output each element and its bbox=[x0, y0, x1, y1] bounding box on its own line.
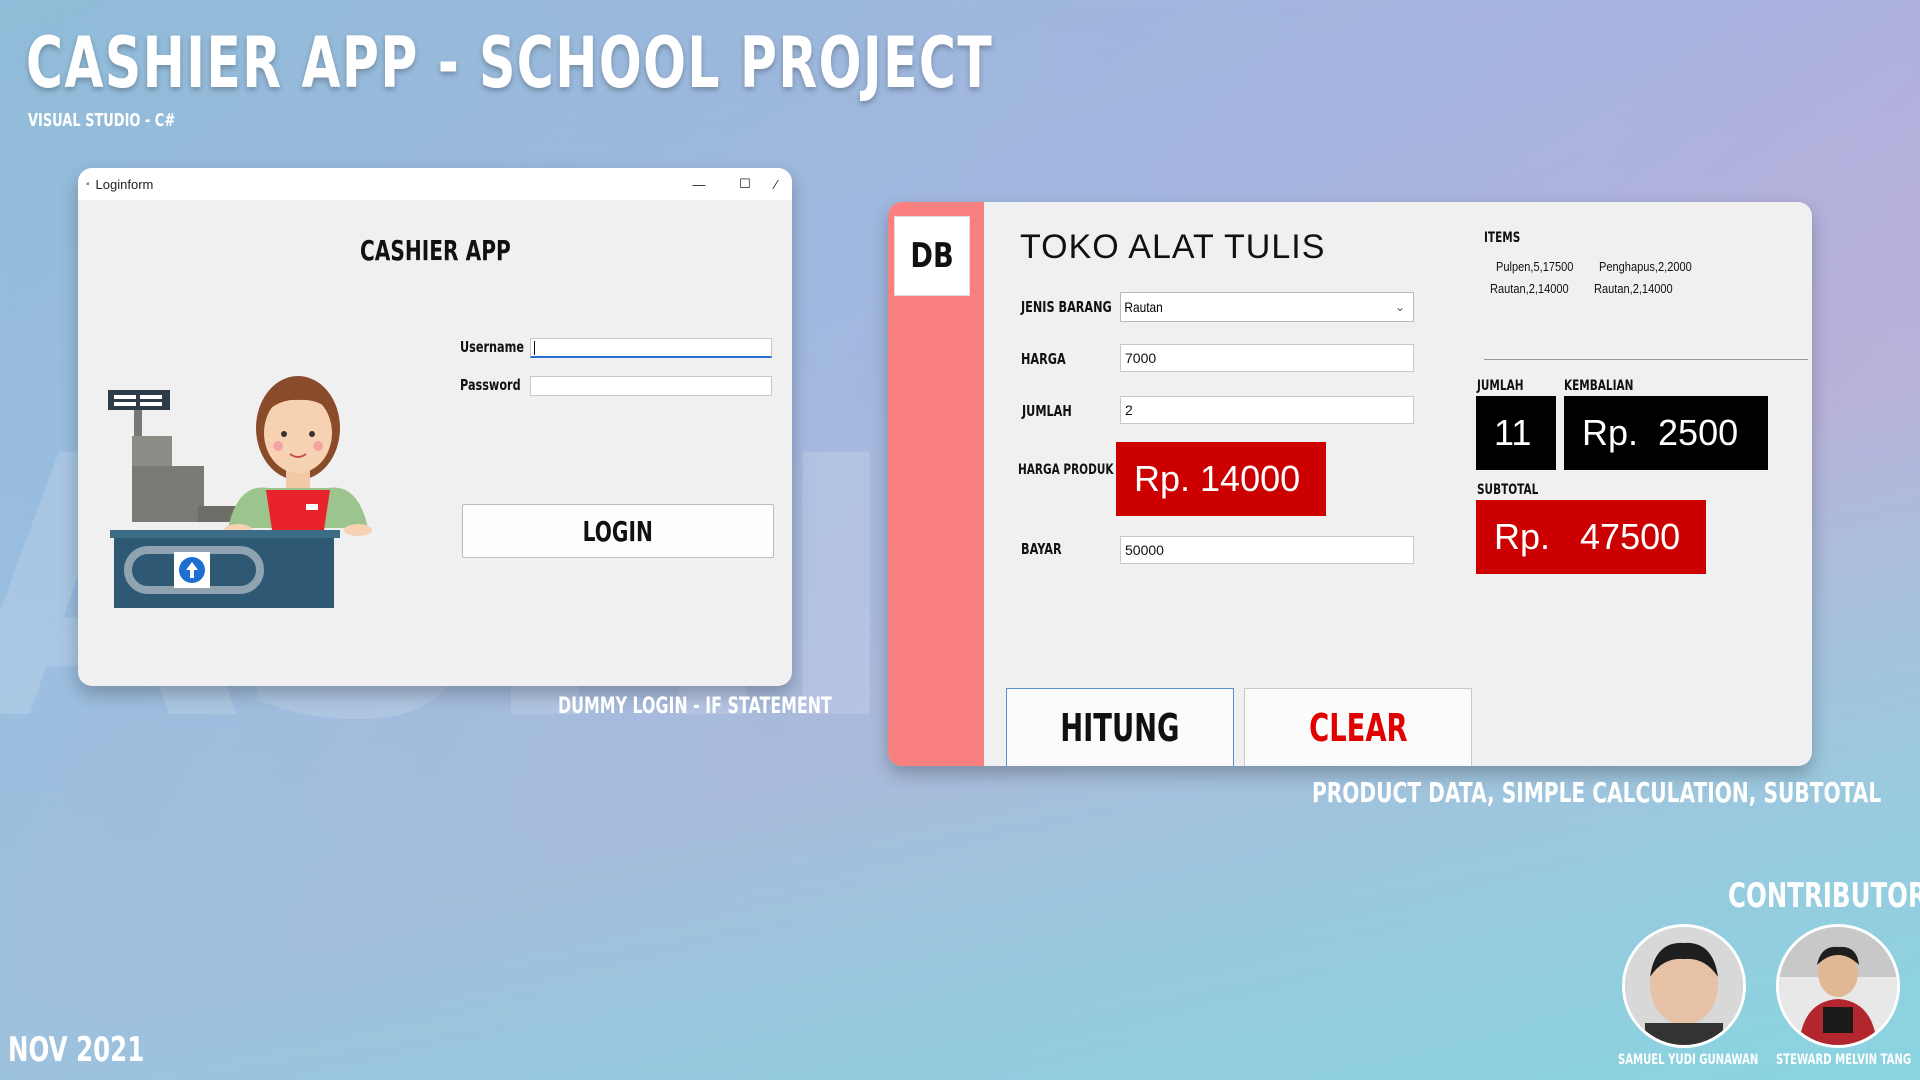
bayar-input[interactable]: 50000 bbox=[1120, 536, 1414, 564]
subtotal-display: Rp. 47500 bbox=[1476, 500, 1706, 574]
harga-label: HARGA bbox=[1021, 350, 1066, 368]
hitung-button-label: HITUNG bbox=[1060, 706, 1180, 750]
avatar bbox=[1776, 924, 1900, 1048]
avatar bbox=[1622, 924, 1746, 1048]
total-jumlah-value: 11 bbox=[1494, 412, 1532, 453]
cashier-caption: PRODUCT DATA, SIMPLE CALCULATION, SUBTOT… bbox=[1312, 776, 1882, 809]
list-item: Penghapus,2,2000 bbox=[1598, 259, 1692, 274]
close-button[interactable]: ⁄ bbox=[768, 177, 784, 192]
harga-produk-value: Rp. 14000 bbox=[1134, 458, 1301, 499]
text-cursor bbox=[534, 341, 535, 355]
password-input[interactable] bbox=[530, 376, 772, 396]
page-title: CASHIER APP - SCHOOL PROJECT bbox=[26, 22, 994, 104]
contributors-heading: CONTRIBUTORS bbox=[1728, 876, 1920, 916]
maximize-button[interactable]: ☐ bbox=[722, 176, 768, 192]
page-subtitle: VISUAL STUDIO - C# bbox=[28, 110, 176, 131]
jenis-barang-dropdown[interactable]: Rautan ⌄ bbox=[1120, 292, 1414, 322]
harga-input[interactable]: 7000 bbox=[1120, 344, 1414, 372]
db-button[interactable]: DB bbox=[894, 216, 970, 296]
list-item: Rautan,2,14000 bbox=[1594, 281, 1673, 296]
contributor-name: STEWARD MELVIN TANG bbox=[1776, 1052, 1912, 1068]
subtotal-value: Rp. 47500 bbox=[1494, 516, 1681, 557]
bayar-label: BAYAR bbox=[1021, 540, 1062, 558]
kembalian-label: KEMBALIAN bbox=[1564, 378, 1634, 394]
jumlah-label: JUMLAH bbox=[1022, 402, 1072, 420]
login-titlebar: ▪ Loginform — ☐ ⁄ bbox=[78, 168, 792, 200]
harga-produk-label: HARGA PRODUK bbox=[1018, 462, 1114, 478]
cashier-illustration bbox=[108, 376, 372, 608]
sidebar: DB bbox=[888, 202, 984, 766]
items-label: ITEMS bbox=[1484, 230, 1521, 246]
list-item: Rautan,2,14000 bbox=[1490, 281, 1569, 296]
items-list[interactable]: Pulpen,5,17500 Penghapus,2,2000 Rautan,2… bbox=[1484, 250, 1808, 360]
kembalian-value: Rp. 2500 bbox=[1582, 412, 1739, 453]
date-label: NOV 2021 bbox=[8, 1030, 145, 1070]
harga-produk-display: Rp. 14000 bbox=[1116, 442, 1326, 516]
login-caption: DUMMY LOGIN - IF STATEMENT bbox=[558, 694, 832, 719]
username-input[interactable] bbox=[530, 338, 772, 358]
hitung-button[interactable]: HITUNG bbox=[1006, 688, 1234, 766]
username-label: Username bbox=[460, 338, 524, 356]
login-heading: CASHIER APP bbox=[360, 234, 511, 267]
chevron-down-icon[interactable]: ⌄ bbox=[1395, 300, 1413, 314]
login-button-label: LOGIN bbox=[582, 514, 654, 548]
login-window-title: Loginform bbox=[95, 176, 154, 192]
clear-button[interactable]: CLEAR bbox=[1244, 688, 1472, 766]
total-jumlah-label: JUMLAH bbox=[1477, 378, 1524, 394]
list-item: Pulpen,5,17500 bbox=[1496, 259, 1574, 274]
contributor-name: SAMUEL YUDI GUNAWAN bbox=[1618, 1052, 1759, 1068]
register-display bbox=[108, 390, 170, 410]
subtotal-label: SUBTOTAL bbox=[1477, 482, 1539, 498]
shop-title: TOKO ALAT TULIS bbox=[1020, 228, 1326, 266]
login-window: ▪ Loginform — ☐ ⁄ CASHIER APP Username P… bbox=[78, 168, 792, 686]
login-button[interactable]: LOGIN bbox=[462, 504, 774, 558]
jenis-barang-label: JENIS BARANG bbox=[1021, 298, 1112, 316]
minimize-button[interactable]: — bbox=[676, 177, 722, 192]
jenis-barang-value: Rautan bbox=[1124, 299, 1163, 315]
clear-button-label: CLEAR bbox=[1308, 706, 1408, 750]
cashier-window: DB TOKO ALAT TULIS JENIS BARANG Rautan ⌄… bbox=[888, 202, 1812, 766]
kembalian-display: Rp. 2500 bbox=[1564, 396, 1768, 470]
password-label: Password bbox=[460, 376, 521, 394]
jumlah-input[interactable]: 2 bbox=[1120, 396, 1414, 424]
total-jumlah-display: 11 bbox=[1476, 396, 1556, 470]
db-button-label: DB bbox=[910, 236, 954, 276]
